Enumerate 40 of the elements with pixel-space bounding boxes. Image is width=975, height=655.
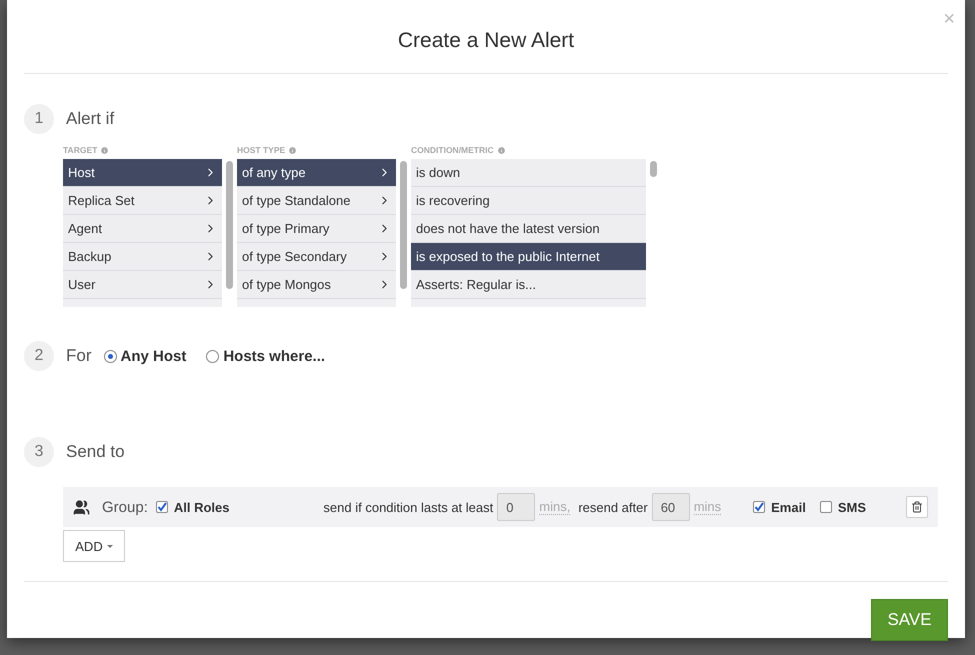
delete-button[interactable] [906, 496, 928, 518]
checkbox-label: SMS [838, 500, 866, 514]
info-icon [100, 146, 110, 154]
radio-button[interactable] [104, 350, 116, 362]
scrollbar-thumb[interactable] [650, 161, 657, 177]
step-label: For [66, 346, 92, 366]
list-item[interactable]: Host [63, 159, 222, 187]
duration-label: send if condition lasts at least [323, 500, 494, 514]
resend-field[interactable]: 60 [652, 493, 690, 521]
duration-field[interactable]: 0 [497, 493, 536, 521]
step-number: 1 [24, 104, 54, 134]
info-icon [496, 146, 506, 154]
radio-option[interactable]: Any Host [104, 348, 186, 364]
trash-icon [911, 501, 923, 513]
radio-button[interactable] [206, 350, 220, 362]
add-button[interactable]: ADD [63, 530, 125, 562]
group-icon [73, 498, 90, 516]
recipient-label: Group: [102, 498, 148, 516]
checkbox-label: Email [771, 500, 806, 514]
column-heading: TARGET [63, 145, 98, 155]
info-icon [288, 146, 298, 154]
step-number: 3 [24, 437, 54, 467]
list-item[interactable]: is exposed to the public Internet [411, 243, 646, 271]
unit-label: mins [694, 499, 722, 515]
unit-label: mins, [539, 499, 570, 515]
checkbox[interactable] [753, 501, 766, 513]
column-heading: HOST TYPE [237, 145, 286, 155]
radio-option[interactable]: Hosts where... [206, 348, 326, 364]
list-item[interactable]: of any type [237, 159, 396, 187]
column-heading: CONDITION/METRIC [411, 145, 494, 155]
save-button[interactable]: SAVE [871, 599, 948, 641]
checkbox-label: All Roles [174, 500, 230, 514]
step-number: 2 [24, 341, 54, 371]
checkbox[interactable] [156, 501, 168, 513]
scrollbar-thumb[interactable] [400, 161, 407, 289]
scrollbar-thumb[interactable] [226, 161, 233, 289]
step-label: Alert if [66, 109, 114, 129]
resend-label: resend after [578, 500, 648, 514]
checkbox[interactable] [820, 501, 832, 513]
step-label: Send to [66, 442, 125, 462]
